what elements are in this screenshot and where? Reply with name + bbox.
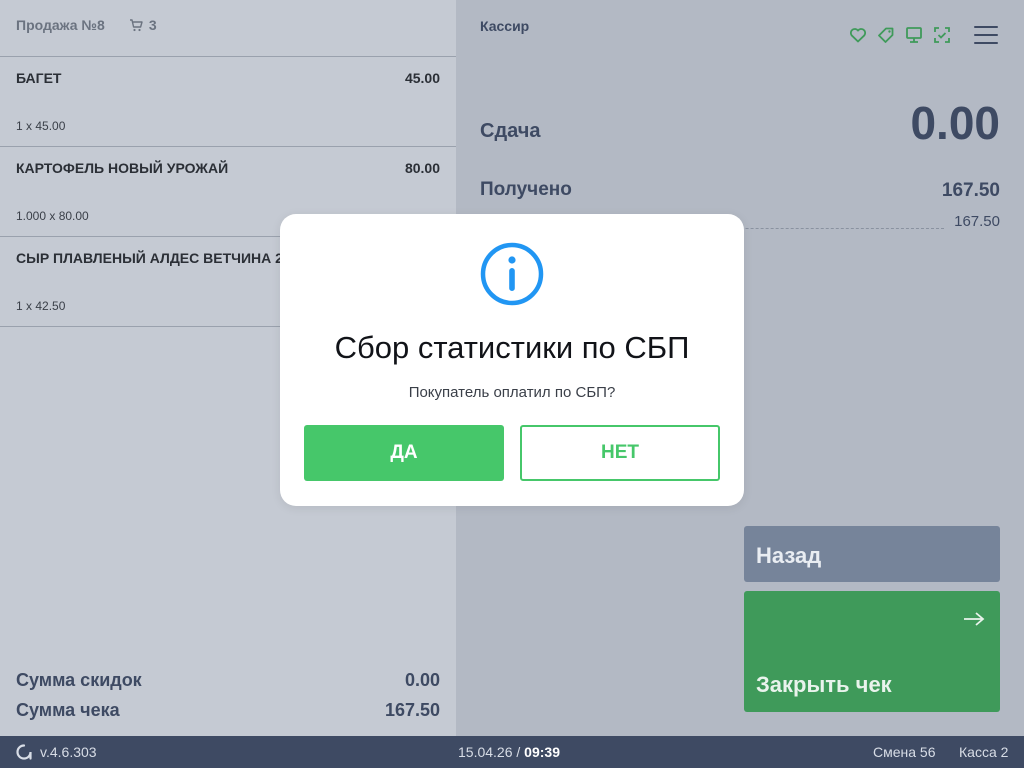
item-qty: 1.000 x 80.00 bbox=[16, 209, 89, 223]
status-bar: v.4.6.303 15.04.26 / 09:39 Смена 56 Касс… bbox=[0, 736, 1024, 768]
sale-title: Продажа №8 bbox=[16, 17, 105, 33]
discount-row: Сумма скидок 0.00 bbox=[16, 665, 440, 695]
cashier-label: Кассир bbox=[480, 18, 530, 34]
back-button[interactable]: Назад bbox=[744, 526, 1000, 582]
dialog-title: Сбор статистики по СБП bbox=[334, 330, 690, 365]
sale-header: Продажа №8 3 bbox=[0, 0, 456, 57]
logo-icon bbox=[16, 744, 32, 760]
item-qty: 1 x 45.00 bbox=[16, 119, 66, 133]
tag-icon[interactable] bbox=[876, 25, 896, 45]
no-button[interactable]: НЕТ bbox=[520, 425, 720, 481]
discount-label: Сумма скидок bbox=[16, 669, 142, 690]
sbp-dialog: Сбор статистики по СБП Покупатель оплати… bbox=[280, 214, 744, 506]
received-label: Получено bbox=[480, 179, 572, 200]
cart-counter: 3 bbox=[129, 17, 157, 33]
change-label: Сдача bbox=[480, 120, 541, 142]
version-text: v.4.6.303 bbox=[40, 744, 97, 760]
date-text: 15.04.26 bbox=[458, 744, 513, 760]
item-name: СЫР ПЛАВЛЕНЫЙ АЛДЕС ВЕТЧИНА 20 bbox=[16, 250, 291, 266]
item-name: БАГЕТ bbox=[16, 70, 62, 86]
item-qty: 1 x 42.50 bbox=[16, 299, 66, 313]
info-icon bbox=[480, 242, 544, 306]
cart-count: 3 bbox=[148, 17, 157, 33]
shift-info: Смена 56 bbox=[873, 744, 936, 760]
sale-item[interactable]: БАГЕТ 45.00 1 x 45.00 bbox=[0, 57, 456, 147]
hamburger-menu-icon[interactable] bbox=[974, 26, 998, 44]
item-price: 80.00 bbox=[404, 160, 440, 176]
version-info: v.4.6.303 bbox=[16, 744, 97, 760]
status-icons bbox=[848, 25, 952, 45]
received-value: 167.50 bbox=[941, 180, 1000, 201]
dialog-message: Покупатель оплатил по СБП? bbox=[408, 384, 616, 401]
sale-totals: Сумма скидок 0.00 Сумма чека 167.50 bbox=[16, 665, 440, 725]
total-value: 167.50 bbox=[384, 699, 440, 720]
yes-button[interactable]: ДА bbox=[304, 425, 504, 481]
register-info: Касса 2 bbox=[959, 744, 1009, 760]
date-separator: / bbox=[512, 744, 525, 760]
change-value: 0.00 bbox=[910, 97, 1000, 149]
close-check-label: Закрыть чек bbox=[756, 672, 892, 697]
close-check-button[interactable]: Закрыть чек bbox=[744, 591, 1000, 712]
item-name: КАРТОФЕЛЬ НОВЫЙ УРОЖАЙ bbox=[16, 160, 229, 176]
total-label: Сумма чека bbox=[16, 699, 120, 720]
discount-value: 0.00 bbox=[404, 669, 440, 690]
arrow-right-icon bbox=[962, 607, 986, 633]
total-row: Сумма чека 167.50 bbox=[16, 695, 440, 725]
scan-check-icon[interactable] bbox=[932, 25, 952, 45]
time-text: 09:39 bbox=[524, 744, 560, 760]
monitor-icon[interactable] bbox=[904, 25, 924, 45]
date-time: 15.04.26 / 09:39 bbox=[458, 744, 560, 760]
received-sub-value: 167.50 bbox=[954, 213, 1000, 230]
item-price: 45.00 bbox=[404, 70, 440, 86]
heart-icon[interactable] bbox=[848, 25, 868, 45]
cart-icon bbox=[129, 18, 143, 31]
